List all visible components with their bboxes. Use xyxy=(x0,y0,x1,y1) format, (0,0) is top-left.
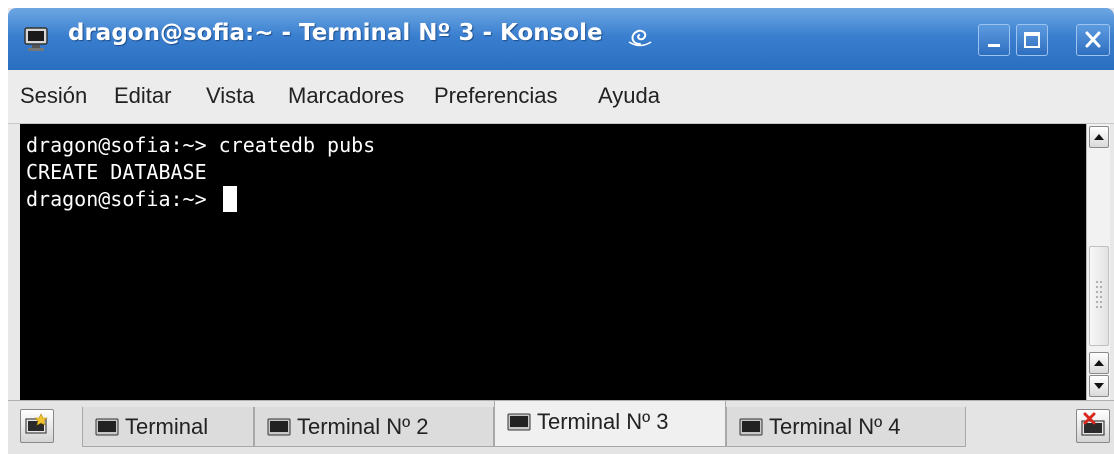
minimize-button[interactable] xyxy=(978,24,1010,56)
tab-label: Terminal xyxy=(125,414,209,439)
terminal-prompt: dragon@sofia:~> xyxy=(26,187,219,211)
monitor-icon xyxy=(267,418,291,436)
monitor-icon xyxy=(739,418,763,436)
tab-terminal-4[interactable]: Terminal Nº 4 xyxy=(726,407,966,447)
window-title: dragon@sofia:~ - Terminal Nº 3 - Konsole xyxy=(68,20,603,46)
menu-vista[interactable]: Vista xyxy=(206,83,255,109)
close-session-button[interactable] xyxy=(1076,409,1110,443)
konsole-window: dragon@sofia:~ - Terminal Nº 3 - Konsole… xyxy=(8,8,1114,454)
title-bar[interactable]: dragon@sofia:~ - Terminal Nº 3 - Konsole xyxy=(8,8,1114,70)
menu-bar: Sesión Editar Vista Marcadores Preferenc… xyxy=(8,70,1114,124)
tab-terminal-3[interactable]: Terminal Nº 3 xyxy=(494,401,726,447)
monitor-icon xyxy=(95,418,119,436)
menu-ayuda[interactable]: Ayuda xyxy=(598,83,660,109)
close-session-icon xyxy=(1081,412,1105,436)
terminal-prompt-line: dragon@sofia:~> xyxy=(26,186,237,212)
monitor-icon xyxy=(507,413,531,431)
new-session-icon xyxy=(25,413,48,434)
vertical-scrollbar[interactable] xyxy=(1086,124,1110,400)
menu-editar[interactable]: Editar xyxy=(114,83,171,109)
menu-marcadores[interactable]: Marcadores xyxy=(288,83,404,109)
scroll-up-button[interactable] xyxy=(1089,126,1109,148)
terminal-line: dragon@sofia:~> createdb pubs xyxy=(26,133,376,157)
arrow-down-icon xyxy=(1094,383,1104,389)
terminal-line: CREATE DATABASE xyxy=(26,160,207,184)
scroll-thumb[interactable] xyxy=(1089,246,1109,346)
tab-label: Terminal Nº 4 xyxy=(769,414,901,439)
arrow-up-icon xyxy=(1094,360,1104,366)
maximize-icon xyxy=(1024,32,1040,48)
menu-preferencias[interactable]: Preferencias xyxy=(434,83,558,109)
terminal-output[interactable]: dragon@sofia:~> createdb pubs CREATE DAT… xyxy=(20,124,1086,400)
spiral-icon xyxy=(628,29,652,47)
menu-sesion[interactable]: Sesión xyxy=(20,83,87,109)
grip-icon xyxy=(1096,281,1102,308)
terminal-icon[interactable] xyxy=(22,25,50,53)
terminal-cursor xyxy=(222,186,237,212)
scroll-up-button-lower[interactable] xyxy=(1089,352,1109,374)
session-tab-bar: Terminal Terminal Nº 2 Terminal Nº 3 Ter… xyxy=(8,400,1114,454)
close-button[interactable] xyxy=(1076,24,1110,56)
close-icon xyxy=(1085,31,1101,48)
new-session-button[interactable] xyxy=(20,409,54,443)
scroll-down-button[interactable] xyxy=(1089,375,1109,397)
tab-label: Terminal Nº 2 xyxy=(297,414,429,439)
maximize-button[interactable] xyxy=(1016,24,1048,56)
tab-terminal-1[interactable]: Terminal xyxy=(82,407,254,447)
minimize-icon xyxy=(988,44,1000,47)
arrow-up-icon xyxy=(1094,134,1104,140)
tab-label: Terminal Nº 3 xyxy=(537,409,669,434)
tab-terminal-2[interactable]: Terminal Nº 2 xyxy=(254,407,494,447)
